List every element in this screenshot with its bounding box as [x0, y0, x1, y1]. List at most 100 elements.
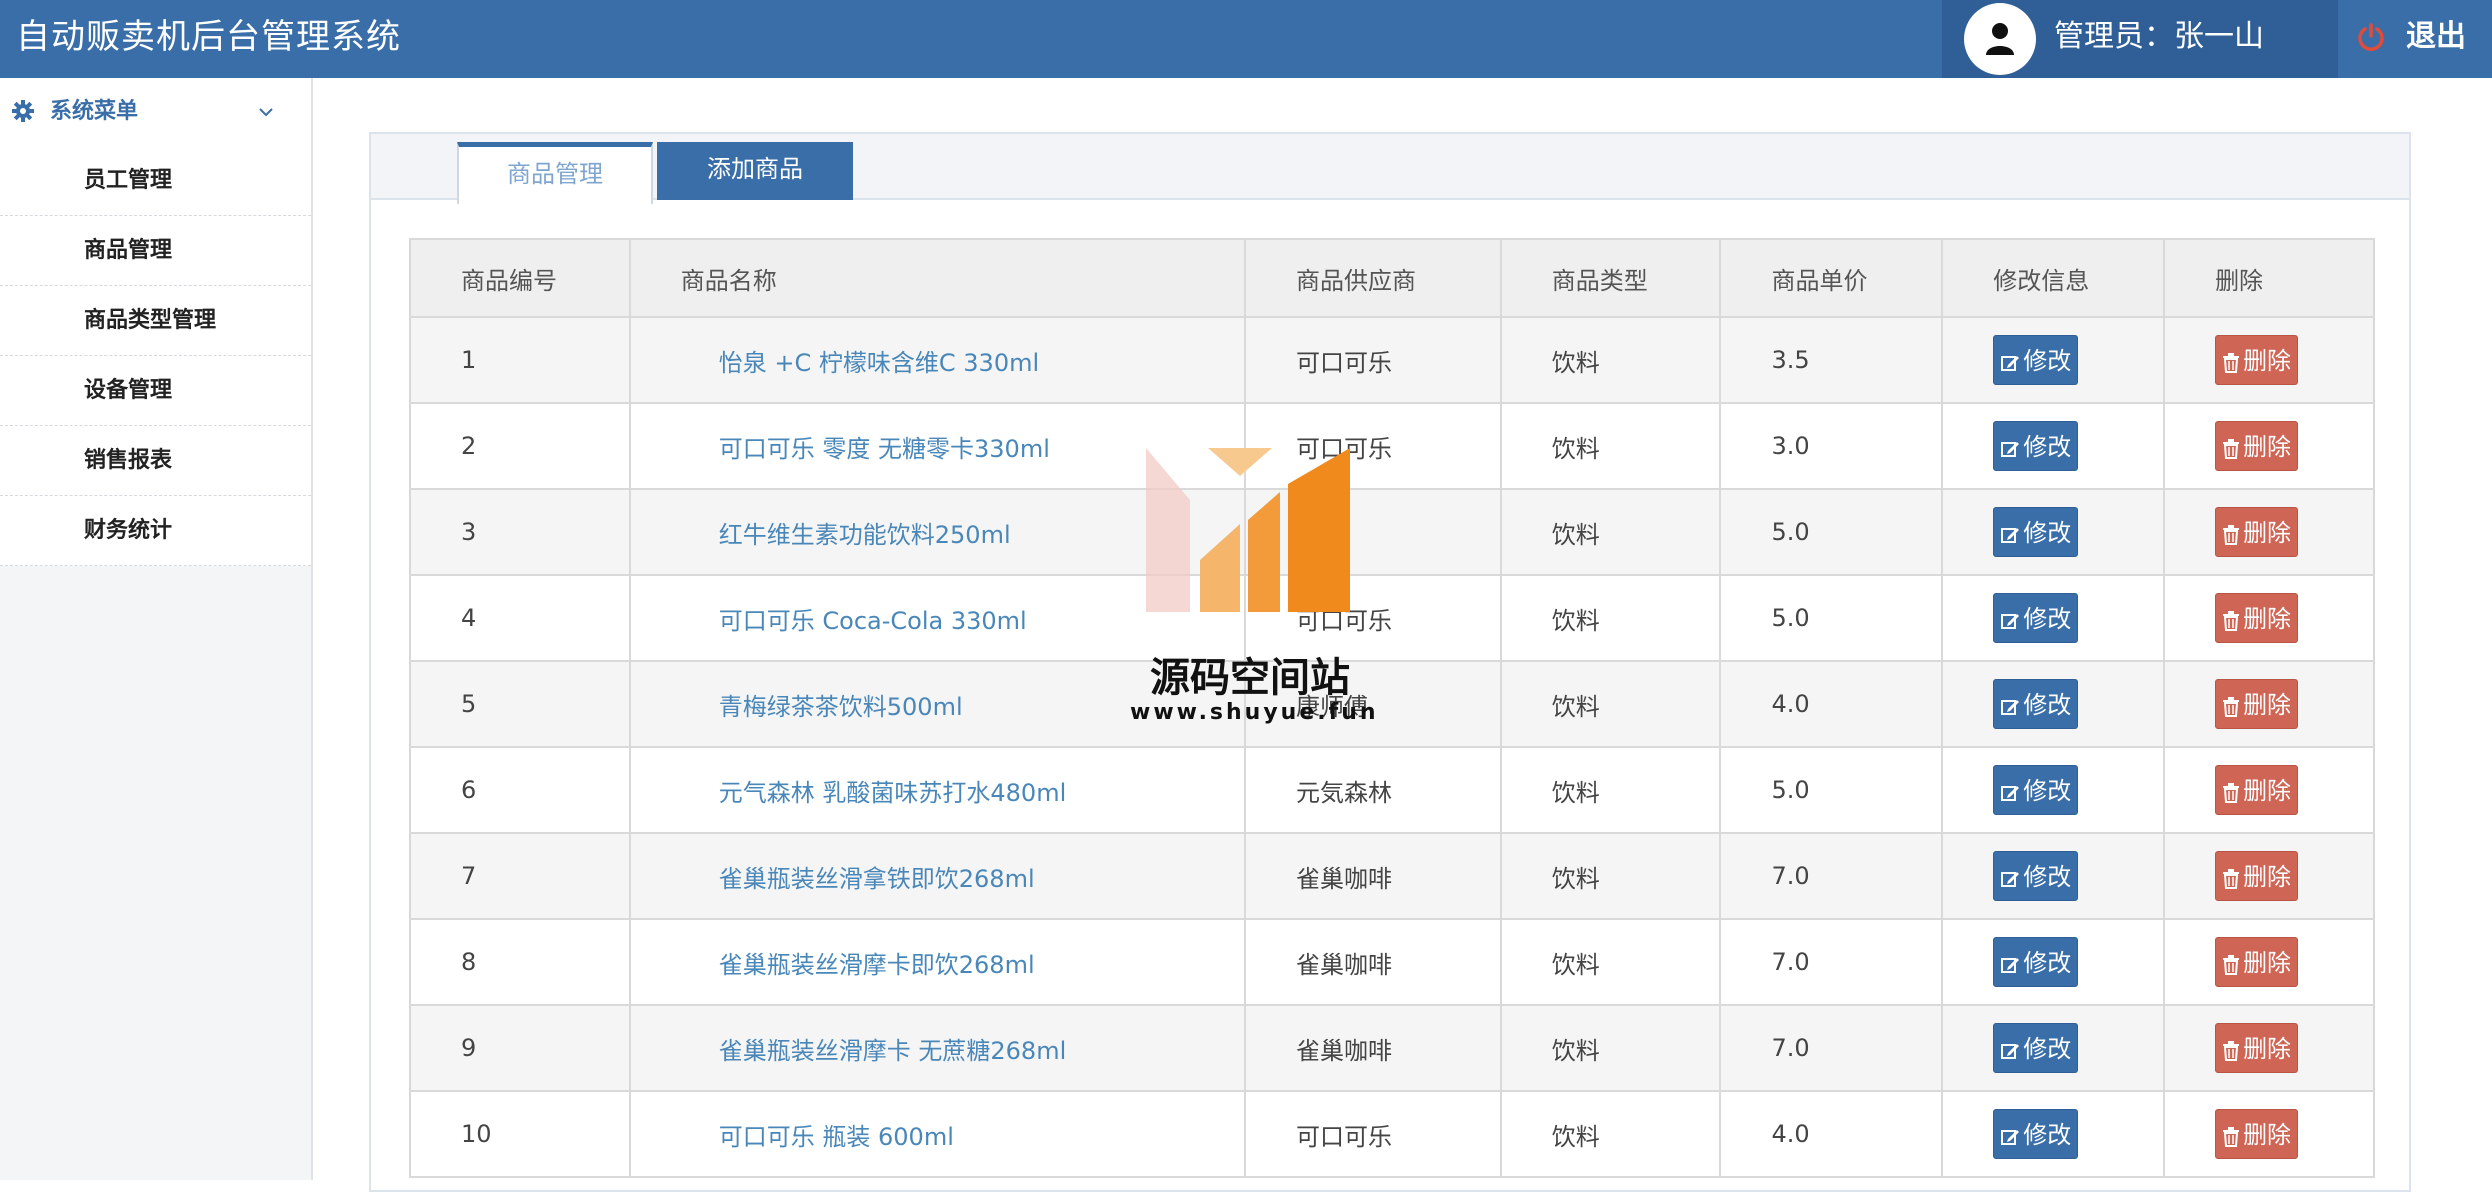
delete-button[interactable]: 删除 — [2215, 679, 2299, 729]
edit-icon — [2001, 528, 2020, 543]
product-price: 7.0 — [1719, 1004, 1944, 1092]
edit-cell: 修改 — [1941, 832, 2166, 920]
column-header: 商品类型 — [1499, 238, 1722, 318]
edit-cell: 修改 — [1941, 660, 2166, 748]
logout-label: 退出 — [2406, 19, 2466, 54]
logout-button[interactable]: 退出 — [2338, 0, 2492, 78]
app-title: 自动贩卖机后台管理系统 — [16, 17, 401, 57]
delete-button[interactable]: 删除 — [2215, 937, 2299, 987]
trash-icon — [2223, 697, 2240, 717]
trash-icon — [2223, 353, 2240, 373]
edit-button[interactable]: 修改 — [1993, 679, 2079, 729]
product-type: 饮料 — [1499, 1090, 1722, 1178]
table-row: 2 可口可乐 零度 无糖零卡330ml 可口可乐 饮料 3.0 修改 删除 — [409, 402, 2375, 490]
column-header: 修改信息 — [1941, 238, 2166, 318]
table-row: 6 元气森林 乳酸菌味苏打水480ml 元気森林 饮料 5.0 修改 删除 — [409, 746, 2375, 834]
product-id: 10 — [409, 1090, 631, 1178]
edit-button[interactable]: 修改 — [1993, 937, 2079, 987]
trash-icon — [2223, 1127, 2240, 1147]
table-row: 5 青梅绿茶茶饮料500ml 康师傅 饮料 4.0 修改 删除 — [409, 660, 2375, 748]
product-name-link[interactable]: 可口可乐 零度 无糖零卡330ml — [628, 402, 1247, 490]
delete-button[interactable]: 删除 — [2215, 1023, 2299, 1073]
edit-cell: 修改 — [1941, 918, 2166, 1006]
edit-label: 修改 — [2023, 347, 2072, 375]
product-name-link[interactable]: 青梅绿茶茶饮料500ml — [628, 660, 1247, 748]
sidebar-item-devices[interactable]: 设备管理 — [0, 356, 311, 426]
product-id: 7 — [409, 832, 631, 920]
edit-icon — [2001, 1130, 2020, 1145]
product-type: 饮料 — [1499, 488, 1722, 576]
delete-label: 删除 — [2243, 863, 2292, 891]
delete-button[interactable]: 删除 — [2215, 335, 2299, 385]
product-name-link[interactable]: 元气森林 乳酸菌味苏打水480ml — [628, 746, 1247, 834]
edit-button[interactable]: 修改 — [1993, 421, 2079, 471]
delete-button[interactable]: 删除 — [2215, 765, 2299, 815]
edit-button[interactable]: 修改 — [1993, 851, 2079, 901]
product-type: 饮料 — [1499, 402, 1722, 490]
product-name-link[interactable]: 可口可乐 瓶装 600ml — [628, 1090, 1247, 1178]
edit-button[interactable]: 修改 — [1993, 593, 2079, 643]
delete-cell: 删除 — [2163, 1004, 2375, 1092]
edit-icon — [2001, 614, 2020, 629]
trash-icon — [2223, 783, 2240, 803]
product-name-link[interactable]: 雀巢瓶装丝滑拿铁即饮268ml — [628, 832, 1247, 920]
product-price: 5.0 — [1719, 488, 1944, 576]
tab-product-management[interactable]: 商品管理 — [457, 142, 653, 204]
edit-label: 修改 — [2023, 949, 2072, 977]
column-header: 商品供应商 — [1244, 238, 1502, 318]
table-row: 9 雀巢瓶装丝滑摩卡 无蔗糖268ml 雀巢咖啡 饮料 7.0 修改 删除 — [409, 1004, 2375, 1092]
product-price: 7.0 — [1719, 832, 1944, 920]
tab-add-product[interactable]: 添加商品 — [657, 142, 853, 200]
product-name-link[interactable]: 可口可乐 Coca-Cola 330ml — [628, 574, 1247, 662]
trash-icon — [2223, 955, 2240, 975]
user-panel: 管理员：张一山 — [1942, 0, 2338, 78]
edit-cell: 修改 — [1941, 574, 2166, 662]
delete-button[interactable]: 删除 — [2215, 421, 2299, 471]
delete-button[interactable]: 删除 — [2215, 593, 2299, 643]
edit-button[interactable]: 修改 — [1993, 1023, 2079, 1073]
menu-list: 员工管理 商品管理 商品类型管理 设备管理 销售报表 财务统计 — [0, 146, 311, 566]
edit-button[interactable]: 修改 — [1993, 765, 2079, 815]
product-supplier: 可口可乐 — [1244, 1090, 1502, 1178]
user-icon — [1986, 23, 2014, 55]
product-name-link[interactable]: 红牛维生素功能饮料250ml — [628, 488, 1247, 576]
delete-label: 删除 — [2243, 605, 2292, 633]
sidebar-item-employees[interactable]: 员工管理 — [0, 146, 311, 216]
edit-label: 修改 — [2023, 863, 2072, 891]
sidebar-item-products[interactable]: 商品管理 — [0, 216, 311, 286]
delete-button[interactable]: 删除 — [2215, 507, 2299, 557]
edit-cell: 修改 — [1941, 488, 2166, 576]
table-row: 4 可口可乐 Coca-Cola 330ml 可口可乐 饮料 5.0 修改 删除 — [409, 574, 2375, 662]
trash-icon — [2223, 525, 2240, 545]
column-header: 商品名称 — [628, 238, 1247, 318]
top-header: 自动贩卖机后台管理系统 管理员：张一山 退出 — [0, 0, 2492, 78]
delete-label: 删除 — [2243, 949, 2292, 977]
edit-icon — [2001, 958, 2020, 973]
product-name-link[interactable]: 怡泉 +C 柠檬味含维C 330ml — [628, 316, 1247, 404]
delete-label: 删除 — [2243, 1121, 2292, 1149]
system-menu-toggle[interactable]: 系统菜单 — [0, 78, 311, 146]
menu-title: 系统菜单 — [50, 99, 139, 124]
product-supplier: 红 — [1244, 488, 1502, 576]
delete-label: 删除 — [2243, 347, 2292, 375]
edit-button[interactable]: 修改 — [1993, 335, 2079, 385]
edit-button[interactable]: 修改 — [1993, 1109, 2079, 1159]
edit-label: 修改 — [2023, 605, 2072, 633]
sidebar-item-product-types[interactable]: 商品类型管理 — [0, 286, 311, 356]
sidebar-item-finance[interactable]: 财务统计 — [0, 496, 311, 566]
product-price: 4.0 — [1719, 1090, 1944, 1178]
edit-icon — [2001, 442, 2020, 457]
sidebar: 系统菜单 员工管理 商品管理 商品类型管理 设备管理 销售报表 财务统计 — [0, 78, 313, 1180]
delete-cell: 删除 — [2163, 832, 2375, 920]
product-price: 7.0 — [1719, 918, 1944, 1006]
product-id: 5 — [409, 660, 631, 748]
delete-button[interactable]: 删除 — [2215, 851, 2299, 901]
sidebar-item-sales-report[interactable]: 销售报表 — [0, 426, 311, 496]
edit-button[interactable]: 修改 — [1993, 507, 2079, 557]
edit-cell: 修改 — [1941, 1090, 2166, 1178]
product-name-link[interactable]: 雀巢瓶装丝滑摩卡即饮268ml — [628, 918, 1247, 1006]
product-price: 4.0 — [1719, 660, 1944, 748]
product-type: 饮料 — [1499, 316, 1722, 404]
product-name-link[interactable]: 雀巢瓶装丝滑摩卡 无蔗糖268ml — [628, 1004, 1247, 1092]
delete-button[interactable]: 删除 — [2215, 1109, 2299, 1159]
